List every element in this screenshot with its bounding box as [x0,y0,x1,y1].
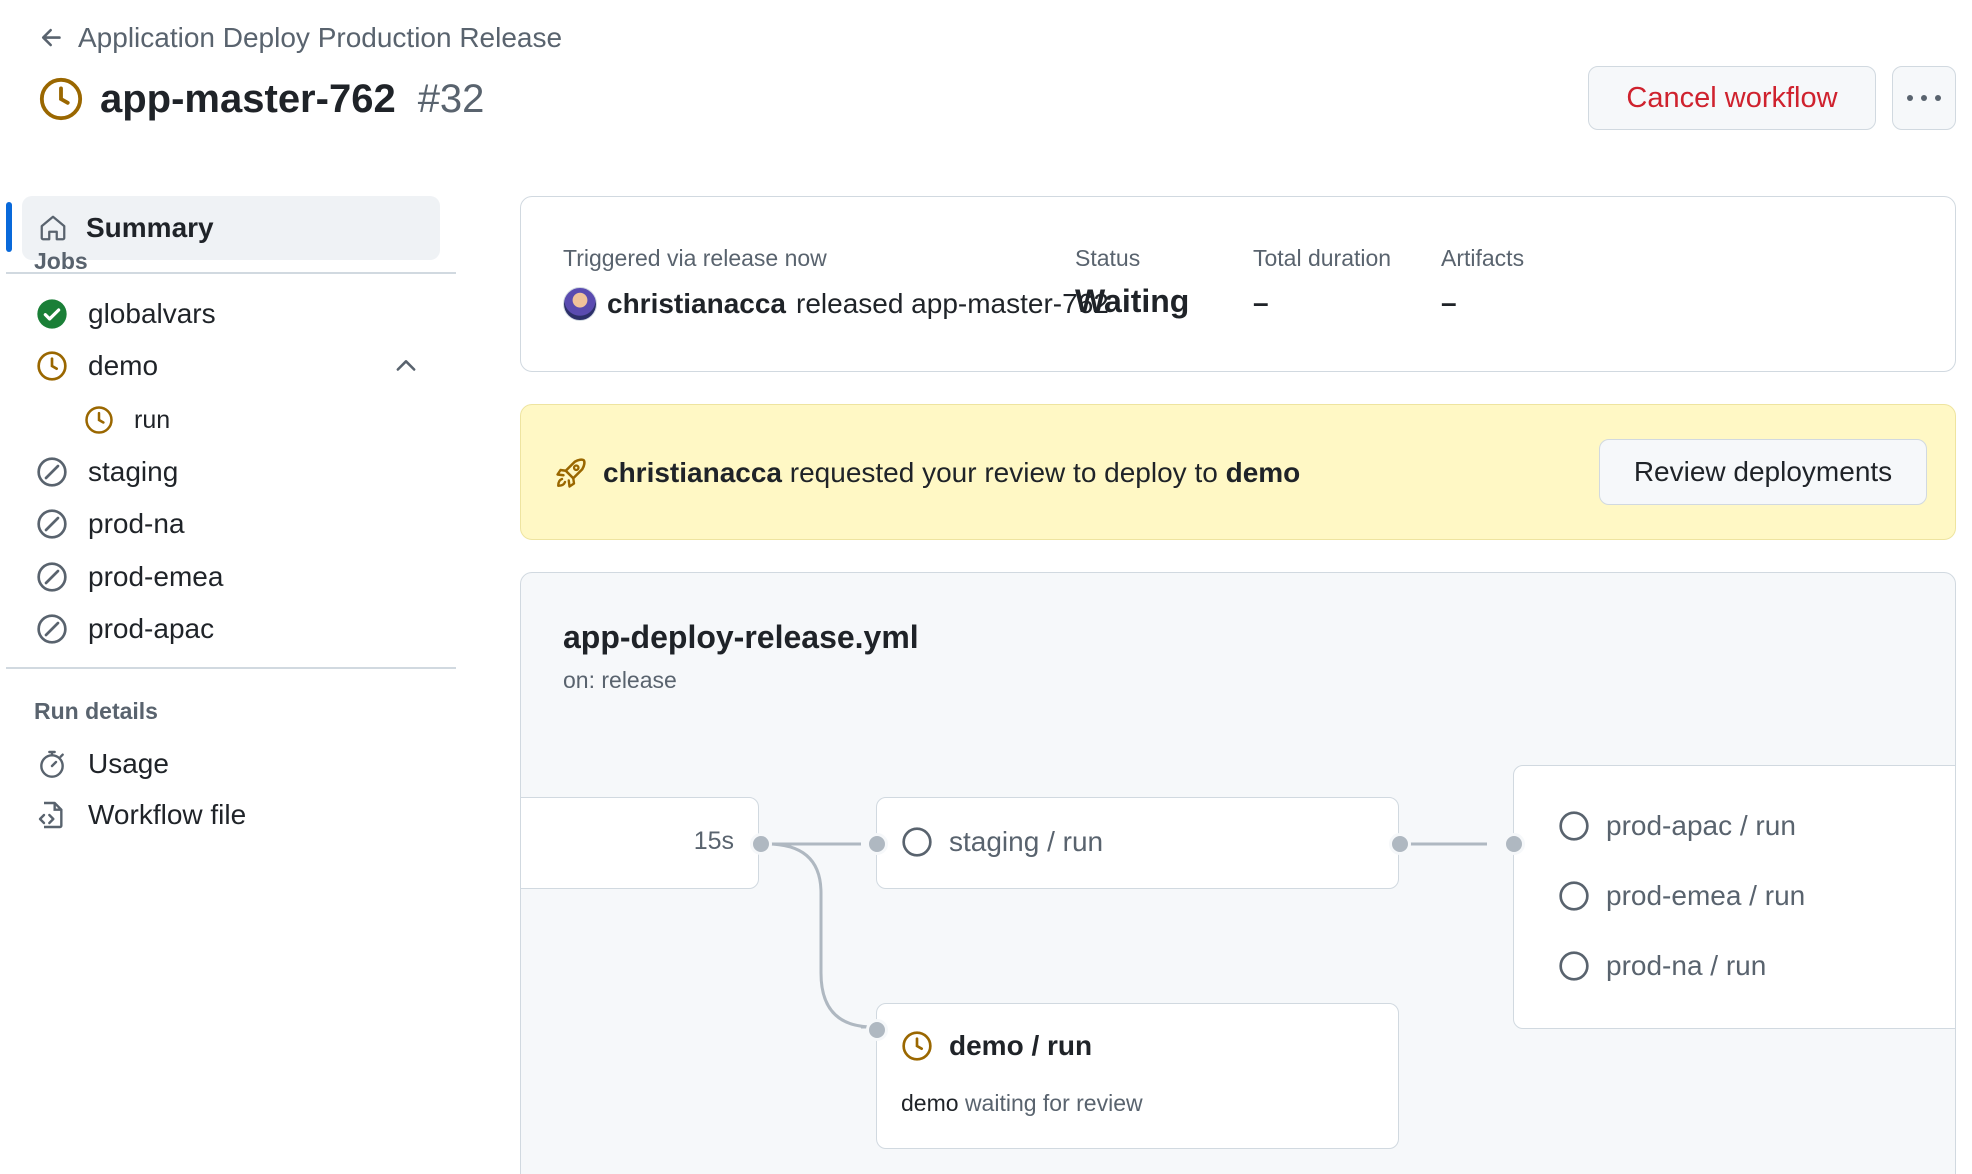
kebab-dot-icon [1921,95,1927,101]
job-label: prod-apac [88,613,215,644]
prod-node-label: prod-emea / run [1606,880,1806,911]
actor-link[interactable]: christianacca [603,457,782,488]
prod-node-label: prod-apac / run [1606,810,1796,841]
run-details-heading: Run details [34,698,158,724]
more-options-button[interactable] [1892,66,1956,130]
job-node-label: demo / run [901,1030,1092,1062]
connector-dot [1389,833,1411,855]
job-label: run [134,405,171,434]
home-icon [40,215,66,241]
job-duration: 15s [693,827,734,855]
artifacts-label: Artifacts [1441,245,1525,271]
sidebar-job-prod-emea[interactable]: prod-emea [36,557,223,597]
review-deployments-button[interactable]: Review deployments [1599,439,1927,505]
jobs-heading-label: Jobs [34,248,88,274]
sidebar-step-run[interactable]: run [84,400,170,440]
cancel-workflow-button[interactable]: Cancel workflow [1588,66,1876,130]
trigger-value: christianacca released app-master-762 [563,287,1109,321]
run-detail-label: Usage [88,748,169,779]
job-node-globalvars[interactable]: 15s [521,797,759,889]
rocket-icon [556,458,586,488]
connector-dot [866,833,888,855]
skip-icon [37,614,67,644]
connector-dot [1503,833,1525,855]
job-label: staging [88,456,179,487]
skip-icon [37,562,67,592]
review-text: requested your review to deploy to [789,457,1218,488]
sidebar-job-demo[interactable]: demo [36,346,158,386]
sidebar-job-staging[interactable]: staging [36,452,178,492]
run-detail-label: Workflow file [88,799,247,830]
kebab-dot-icon [1935,95,1941,101]
duration-value: – [1253,287,1269,318]
connector-dot [750,833,772,855]
review-message: christianacca requested your review to d… [603,457,1300,489]
job-node-prod-apac[interactable]: prod-apac / run [1558,810,1796,842]
artifacts-value: – [1441,287,1457,318]
skip-icon [37,457,67,487]
duration-label: Total duration [1253,245,1392,271]
sidebar-item-workflow-file[interactable]: Workflow file [36,795,246,835]
trigger-action: released app-master-762 [796,288,1109,319]
run-number: #32 [417,76,485,121]
avatar[interactable] [563,287,597,321]
demo-node-status: demo waiting for review [901,1090,1143,1117]
prod-node-label: prod-na / run [1606,950,1767,981]
demo-env-name: demo [901,1090,959,1116]
circle-icon [1559,881,1589,911]
kebab-dot-icon [1907,95,1913,101]
job-label: prod-na [88,508,185,539]
sidebar-item-usage[interactable]: Usage [36,744,169,784]
job-label: demo [88,350,159,381]
job-node-prod-na[interactable]: prod-na / run [1558,950,1766,982]
job-label: prod-emea [88,561,224,592]
environment-name: demo [1225,457,1301,488]
circle-icon [902,827,932,857]
circle-icon [1559,811,1589,841]
staging-node-label: staging / run [949,826,1104,857]
demo-node-label: demo / run [949,1030,1093,1061]
workflow-graph: app-deploy-release.yml on: release 15s s… [520,572,1956,1174]
job-label: globalvars [88,298,216,329]
page-title: app-master-762 #32 [38,76,484,122]
status-value: Waiting [1075,283,1190,319]
demo-node-sub: waiting for review [964,1090,1143,1116]
run-summary-card: Triggered via release now christianacca … [520,196,1956,372]
review-banner: christianacca requested your review to d… [520,404,1956,540]
sidebar-job-prod-apac[interactable]: prod-apac [36,609,214,649]
file-code-icon [38,801,63,829]
connector-dot [866,1019,888,1041]
status-label: Status [1075,245,1141,271]
clock-icon [39,77,83,121]
clock-icon [902,1031,932,1061]
run-name: app-master-762 [100,76,396,121]
check-circle-icon [37,299,67,329]
back-link[interactable]: Application Deploy Production Release [38,22,562,54]
job-node-label: staging / run [901,826,1103,858]
arrow-left-icon [41,28,61,47]
job-node-prod-emea[interactable]: prod-emea / run [1558,880,1805,912]
active-indicator [6,202,12,252]
chevron-up-icon[interactable] [392,352,420,380]
circle-icon [1559,951,1589,981]
clock-icon [85,406,113,434]
sidebar-job-globalvars[interactable]: globalvars [36,294,216,334]
actor-link[interactable]: christianacca [607,288,786,320]
job-node-demo[interactable]: demo / run demo waiting for review [876,1003,1399,1149]
job-node-prod-group: prod-apac / run prod-emea / run prod-na … [1513,765,1955,1029]
sidebar-job-prod-na[interactable]: prod-na [36,504,185,544]
stopwatch-icon [40,750,64,778]
job-node-staging[interactable]: staging / run [876,797,1399,889]
clock-icon [37,351,67,381]
skip-icon [37,509,67,539]
back-link-label: Application Deploy Production Release [78,22,563,53]
trigger-label: Triggered via release now [563,245,827,271]
sidebar-item-label: Summary [86,212,214,243]
divider [6,667,456,669]
